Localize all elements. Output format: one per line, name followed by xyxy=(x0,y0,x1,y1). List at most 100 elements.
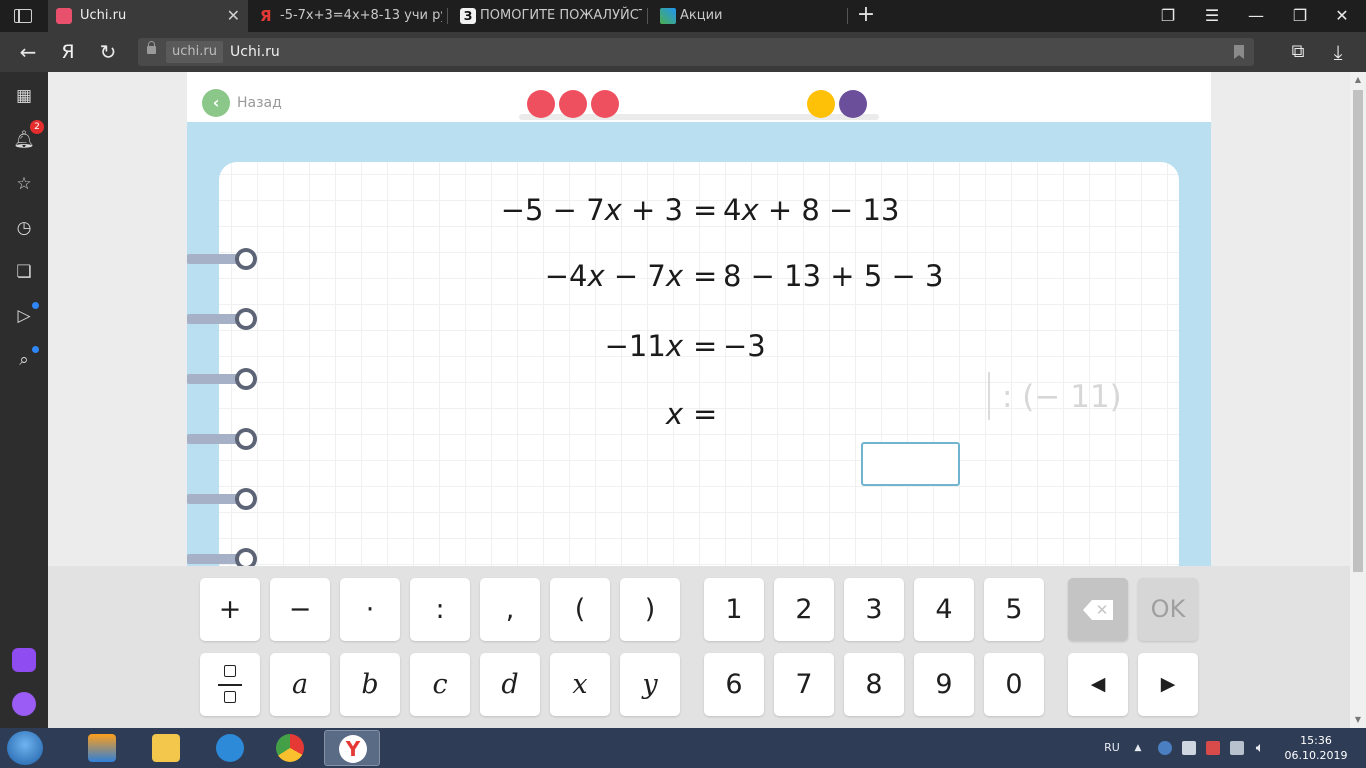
key-var-x[interactable]: x xyxy=(550,653,610,716)
page-scrollbar[interactable]: ▲ ▼ xyxy=(1350,72,1366,728)
progress-dot xyxy=(839,90,867,118)
key-digit-6[interactable]: 6 xyxy=(704,653,764,716)
key-plus[interactable]: + xyxy=(200,578,260,641)
key-comma[interactable]: , xyxy=(480,578,540,641)
key-var-d[interactable]: d xyxy=(480,653,540,716)
key-digit-7[interactable]: 7 xyxy=(774,653,834,716)
volume-icon[interactable]: 🔈︎ xyxy=(1250,728,1270,768)
alice-assistant-icon[interactable] xyxy=(12,692,36,716)
new-indicator-dot xyxy=(32,302,39,309)
equation-2-left: −4x − 7x xyxy=(544,259,683,293)
key-close-paren[interactable]: ) xyxy=(620,578,680,641)
fraction-icon xyxy=(218,663,242,707)
tab-znanija[interactable]: З ПОМОГИТЕ ПОЖАЛУЙСТА xyxy=(452,0,642,32)
znanija-favicon-icon: З xyxy=(460,8,476,24)
search-page-icon[interactable]: ⌕ xyxy=(12,346,39,372)
scroll-down-icon[interactable]: ▼ xyxy=(1350,712,1366,728)
key-var-b[interactable]: b xyxy=(340,653,400,716)
collections-icon[interactable]: ❏ xyxy=(12,260,36,284)
key-minus[interactable]: − xyxy=(270,578,330,641)
progress-dot xyxy=(591,90,619,118)
download-icon[interactable]: ⤓ xyxy=(1320,32,1356,72)
media-player-icon xyxy=(88,734,116,762)
scroll-thumb[interactable] xyxy=(1353,90,1363,572)
taskbar-ie[interactable] xyxy=(202,730,258,766)
new-tab-icon[interactable]: + xyxy=(855,0,877,32)
cursor-right-key[interactable]: ▶ xyxy=(1138,653,1198,716)
tabs-panel-icon[interactable] xyxy=(14,9,32,23)
address-bar[interactable]: uchi.ru Uchi.ru xyxy=(138,38,1254,66)
spiral-ring xyxy=(187,488,257,510)
key-digit-2[interactable]: 2 xyxy=(774,578,834,641)
answer-input[interactable] xyxy=(861,442,960,486)
spiral-ring xyxy=(187,308,257,330)
tray-app-icon[interactable] xyxy=(1182,741,1196,755)
system-clock[interactable]: 15:36 06.10.2019 xyxy=(1276,733,1356,763)
browser-sidebar: ▦ 🔔︎ 2 ☆ ◷ ❏ ▷ ⌕ xyxy=(0,72,48,728)
tab-uchi[interactable]: Uchi.ru ✕ xyxy=(48,0,248,32)
os-taskbar: Y RU ▲ 🔈︎ 15:36 06.10.2019 xyxy=(0,728,1366,768)
ok-button[interactable]: OK xyxy=(1138,578,1198,641)
tray-security-icon[interactable] xyxy=(1206,741,1220,755)
new-indicator-dot xyxy=(32,346,39,353)
key-fraction[interactable] xyxy=(200,653,260,716)
internet-explorer-icon xyxy=(216,734,244,762)
equation-4-left: x xyxy=(665,397,683,431)
key-digit-3[interactable]: 3 xyxy=(844,578,904,641)
history-clock-icon[interactable]: ◷ xyxy=(12,216,36,240)
notifications-bell-icon[interactable]: 🔔︎ 2 xyxy=(12,120,44,152)
menu-icon[interactable]: ☰ xyxy=(1192,0,1232,32)
equation-3-left: −11x xyxy=(604,329,683,363)
alice-app-icon[interactable] xyxy=(12,648,36,672)
equals-sign: = xyxy=(693,329,718,363)
tray-expand-icon[interactable]: ▲ xyxy=(1130,728,1146,768)
key-digit-0[interactable]: 0 xyxy=(984,653,1044,716)
close-tab-icon[interactable]: ✕ xyxy=(227,0,240,32)
key-divide[interactable]: : xyxy=(410,578,470,641)
taskbar-explorer[interactable] xyxy=(138,730,194,766)
tab-search[interactable]: Я -5-7x+3=4x+8-13 учи ру — xyxy=(252,0,442,32)
spiral-ring xyxy=(187,368,257,390)
key-var-c[interactable]: c xyxy=(410,653,470,716)
chrome-icon xyxy=(276,734,304,762)
key-digit-9[interactable]: 9 xyxy=(914,653,974,716)
network-globe-icon[interactable] xyxy=(1158,741,1172,755)
apps-grid-icon[interactable]: ▦ xyxy=(12,84,36,108)
yandex-logo-icon[interactable]: Я xyxy=(50,32,86,72)
scroll-up-icon[interactable]: ▲ xyxy=(1350,72,1366,88)
clock-date: 06.10.2019 xyxy=(1284,749,1348,762)
back-arrow-icon[interactable]: ← xyxy=(10,32,46,72)
language-indicator[interactable]: RU xyxy=(1100,728,1124,768)
equals-sign: = xyxy=(693,397,718,431)
translate-icon[interactable]: ⧉ xyxy=(1280,32,1316,72)
bookmark-icon[interactable] xyxy=(1234,45,1244,59)
key-multiply[interactable]: · xyxy=(340,578,400,641)
reload-icon[interactable]: ↻ xyxy=(90,32,126,72)
restore-icon[interactable]: ❐ xyxy=(1280,0,1320,32)
key-open-paren[interactable]: ( xyxy=(550,578,610,641)
promo-favicon-icon xyxy=(660,8,676,24)
tray-flag-icon[interactable] xyxy=(1230,741,1244,755)
clock-time: 15:36 xyxy=(1300,734,1332,747)
cursor-left-key[interactable]: ◀ xyxy=(1068,653,1128,716)
key-var-a[interactable]: a xyxy=(270,653,330,716)
folder-icon xyxy=(152,734,180,762)
tab-promo[interactable]: Акции xyxy=(652,0,842,32)
backspace-key[interactable]: ✕ xyxy=(1068,578,1128,641)
tab-manager-icon[interactable]: ❐ xyxy=(1148,0,1188,32)
start-button[interactable] xyxy=(7,731,43,765)
taskbar-media-player[interactable] xyxy=(74,730,130,766)
minimize-icon[interactable]: — xyxy=(1236,0,1276,32)
key-digit-5[interactable]: 5 xyxy=(984,578,1044,641)
key-digit-1[interactable]: 1 xyxy=(704,578,764,641)
key-digit-8[interactable]: 8 xyxy=(844,653,904,716)
media-play-icon[interactable]: ▷ xyxy=(12,302,39,328)
taskbar-chrome[interactable] xyxy=(262,730,318,766)
close-window-icon[interactable]: ✕ xyxy=(1322,0,1362,32)
key-var-y[interactable]: y xyxy=(620,653,680,716)
equals-sign: = xyxy=(693,259,718,293)
favorites-star-icon[interactable]: ☆ xyxy=(12,172,36,196)
taskbar-yandex-browser[interactable]: Y xyxy=(324,730,380,766)
uchi-favicon-icon xyxy=(56,8,72,24)
key-digit-4[interactable]: 4 xyxy=(914,578,974,641)
